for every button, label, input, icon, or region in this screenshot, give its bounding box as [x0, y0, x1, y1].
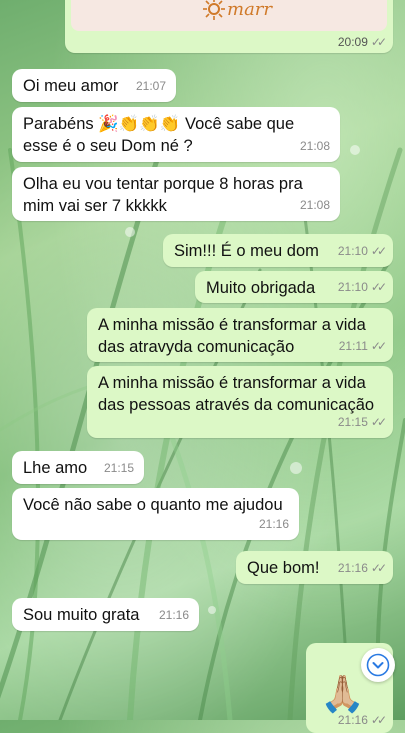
message-time: 21:16 — [158, 608, 189, 622]
image-preview: marr — [71, 0, 387, 31]
message-text: Oi meu amor — [23, 77, 119, 95]
message-time: 21:16 — [337, 713, 368, 727]
double-check-icon: ✓✓ — [370, 280, 387, 294]
message-meta: 21:15 ✓✓ — [337, 411, 387, 433]
sun-icon — [203, 0, 225, 20]
message-text: Lhe amo — [23, 459, 88, 477]
message-meta: 21:08 — [300, 194, 330, 216]
message-meta: 21:10 ✓✓ — [337, 276, 387, 298]
double-check-icon: ✓✓ — [370, 244, 387, 258]
double-check-icon: ✓✓ — [370, 415, 387, 429]
double-check-icon: ✓✓ — [370, 561, 387, 575]
message-time: 21:11 — [338, 339, 368, 353]
message-incoming[interactable]: Lhe amo 21:15 — [12, 451, 144, 484]
double-check-icon: ✓✓ — [370, 35, 387, 49]
brand-logo: marr — [203, 0, 272, 20]
message-text: Que bom! — [247, 559, 320, 577]
message-outgoing[interactable]: Muito obrigada 21:10 ✓✓ — [195, 271, 393, 303]
logo-text: marr — [227, 0, 273, 20]
chevron-down-icon — [366, 653, 390, 677]
message-outgoing[interactable]: A minha missão é transformar a vida das … — [87, 366, 393, 438]
message-time: 21:16 — [337, 561, 368, 575]
message-text: Sou muito grata — [23, 606, 140, 624]
message-meta: 21:16 — [159, 604, 189, 626]
message-time: 21:15 — [103, 461, 134, 475]
message-time: 21:10 — [337, 244, 368, 258]
message-text: Parabéns 🎉👏👏👏 Você sabe que esse é o seu… — [23, 115, 295, 155]
message-incoming[interactable]: Você não sabe o quanto me ajudou 21:16 — [12, 488, 299, 540]
scroll-to-bottom-button[interactable] — [361, 648, 395, 682]
message-incoming[interactable]: Oi meu amor 21:07 — [12, 69, 176, 102]
message-text: Você não sabe o quanto me ajudou — [23, 496, 283, 514]
message-time: 20:09 — [337, 35, 368, 49]
message-time: 21:08 — [299, 198, 330, 212]
message-time: 21:15 — [337, 415, 368, 429]
message-text: Muito obrigada — [206, 279, 316, 297]
message-text: A minha missão é transformar a vida das … — [98, 316, 366, 356]
message-meta: 21:16 ✓✓ — [337, 713, 387, 727]
message-time: 21:07 — [135, 79, 166, 93]
message-time: 21:16 — [258, 517, 289, 531]
message-incoming[interactable]: Parabéns 🎉👏👏👏 Você sabe que esse é o seu… — [12, 107, 340, 162]
message-meta: 21:16 ✓✓ — [337, 557, 387, 579]
double-check-icon: ✓✓ — [370, 339, 387, 353]
message-meta: 21:16 — [259, 513, 289, 535]
message-time: 21:10 — [337, 280, 368, 294]
message-meta: 21:15 — [104, 457, 134, 479]
message-incoming[interactable]: Olha eu vou tentar porque 8 horas pra mi… — [12, 167, 340, 221]
message-outgoing[interactable]: Que bom! 21:16 ✓✓ — [236, 551, 393, 584]
message-meta: 21:11 ✓✓ — [338, 335, 387, 357]
message-meta: 21:10 ✓✓ — [337, 240, 387, 262]
message-text: Sim!!! É o meu dom — [174, 242, 319, 260]
message-incoming[interactable]: Sou muito grata 21:16 — [12, 598, 199, 631]
message-meta: 21:07 — [136, 75, 166, 97]
message-outgoing[interactable]: A minha missão é transformar a vida das … — [87, 308, 393, 362]
message-meta: 20:09 ✓✓ — [337, 35, 387, 49]
message-time: 21:08 — [299, 139, 330, 153]
double-check-icon: ✓✓ — [370, 713, 387, 727]
message-text: 🙏🏼 — [320, 673, 365, 714]
shared-image-card[interactable]: marr 20:09 ✓✓ — [65, 0, 393, 53]
message-meta: 21:08 — [300, 135, 330, 157]
message-outgoing[interactable]: Sim!!! É o meu dom 21:10 ✓✓ — [163, 234, 393, 267]
message-text: Olha eu vou tentar porque 8 horas pra mi… — [23, 175, 303, 215]
message-text: A minha missão é transformar a vida das … — [98, 374, 375, 414]
